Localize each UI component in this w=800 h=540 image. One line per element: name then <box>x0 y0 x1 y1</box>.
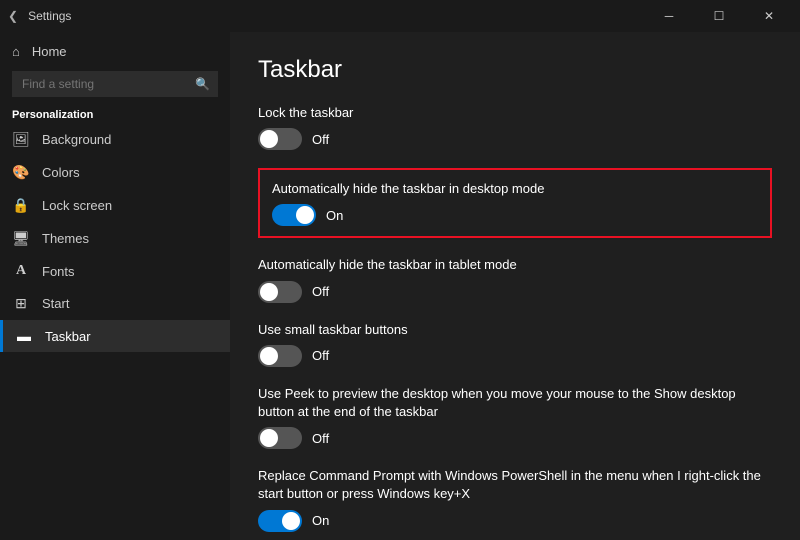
lock-taskbar-status: Off <box>312 132 329 147</box>
search-icon: 🔍 <box>195 77 210 91</box>
app-container: ⌂ Home 🔍 Personalization 🖼 Background 🎨 … <box>0 32 800 540</box>
sidebar-search: 🔍 <box>12 71 218 97</box>
sidebar-item-home[interactable]: ⌂ Home <box>0 36 230 67</box>
sidebar-label-start: Start <box>42 296 69 311</box>
lock-taskbar-toggle[interactable] <box>258 128 302 150</box>
maximize-button[interactable]: ☐ <box>696 0 742 32</box>
auto-hide-desktop-status: On <box>326 208 343 223</box>
powershell-status: On <box>312 513 329 528</box>
small-buttons-label: Use small taskbar buttons <box>258 321 772 339</box>
lock-taskbar-knob <box>260 130 278 148</box>
lock-taskbar-label: Lock the taskbar <box>258 104 772 122</box>
highlight-box: Automatically hide the taskbar in deskto… <box>258 168 772 238</box>
auto-hide-tablet-toggle-row: Off <box>258 281 772 303</box>
powershell-toggle[interactable] <box>258 510 302 532</box>
fonts-icon: A <box>12 263 30 279</box>
auto-hide-desktop-toggle-row: On <box>272 204 758 226</box>
small-buttons-toggle[interactable] <box>258 345 302 367</box>
sidebar-item-start[interactable]: ⊞ Start <box>0 287 230 320</box>
sidebar-label-background: Background <box>42 132 111 147</box>
setting-powershell: Replace Command Prompt with Windows Powe… <box>258 467 772 531</box>
small-buttons-toggle-row: Off <box>258 345 772 367</box>
sidebar-section-label: Personalization <box>0 105 230 123</box>
titlebar: ❮ Settings ─ ☐ ✕ <box>0 0 800 32</box>
main-content: Taskbar Lock the taskbar Off Automatical… <box>230 32 800 540</box>
setting-small-buttons: Use small taskbar buttons Off <box>258 321 772 367</box>
small-buttons-status: Off <box>312 348 329 363</box>
setting-peek: Use Peek to preview the desktop when you… <box>258 385 772 449</box>
auto-hide-tablet-status: Off <box>312 284 329 299</box>
powershell-knob <box>282 512 300 530</box>
background-icon: 🖼 <box>12 131 30 148</box>
setting-auto-hide-tablet: Automatically hide the taskbar in tablet… <box>258 256 772 302</box>
sidebar-item-lock-screen[interactable]: 🔒 Lock screen <box>0 189 230 222</box>
auto-hide-desktop-knob <box>296 206 314 224</box>
titlebar-title: Settings <box>28 9 71 23</box>
sidebar-item-colors[interactable]: 🎨 Colors <box>0 156 230 189</box>
back-button[interactable]: ❮ <box>8 9 18 23</box>
auto-hide-tablet-knob <box>260 283 278 301</box>
sidebar-item-taskbar[interactable]: ▬ Taskbar <box>0 320 230 352</box>
powershell-label: Replace Command Prompt with Windows Powe… <box>258 467 772 503</box>
peek-label: Use Peek to preview the desktop when you… <box>258 385 772 421</box>
sidebar-item-background[interactable]: 🖼 Background <box>0 123 230 156</box>
page-title: Taskbar <box>258 56 772 84</box>
sidebar-item-themes[interactable]: 🖥 Themes <box>0 222 230 255</box>
setting-lock-taskbar: Lock the taskbar Off <box>258 104 772 150</box>
auto-hide-desktop-label: Automatically hide the taskbar in deskto… <box>272 180 758 198</box>
sidebar: ⌂ Home 🔍 Personalization 🖼 Background 🎨 … <box>0 32 230 540</box>
home-icon: ⌂ <box>12 44 20 59</box>
auto-hide-tablet-toggle[interactable] <box>258 281 302 303</box>
peek-knob <box>260 429 278 447</box>
start-icon: ⊞ <box>12 295 30 312</box>
peek-status: Off <box>312 431 329 446</box>
window-controls: ─ ☐ ✕ <box>646 0 792 32</box>
sidebar-label-fonts: Fonts <box>42 264 75 279</box>
auto-hide-tablet-label: Automatically hide the taskbar in tablet… <box>258 256 772 274</box>
lock-taskbar-toggle-row: Off <box>258 128 772 150</box>
colors-icon: 🎨 <box>12 164 30 181</box>
sidebar-label-themes: Themes <box>42 231 89 246</box>
sidebar-label-lock-screen: Lock screen <box>42 198 112 213</box>
powershell-toggle-row: On <box>258 510 772 532</box>
sidebar-label-taskbar: Taskbar <box>45 329 91 344</box>
lock-icon: 🔒 <box>12 197 30 214</box>
themes-icon: 🖥 <box>12 230 30 247</box>
search-input[interactable] <box>12 71 218 97</box>
small-buttons-knob <box>260 347 278 365</box>
sidebar-label-colors: Colors <box>42 165 80 180</box>
sidebar-item-fonts[interactable]: A Fonts <box>0 255 230 287</box>
sidebar-home-label: Home <box>32 44 67 59</box>
peek-toggle[interactable] <box>258 427 302 449</box>
close-button[interactable]: ✕ <box>746 0 792 32</box>
peek-toggle-row: Off <box>258 427 772 449</box>
minimize-button[interactable]: ─ <box>646 0 692 32</box>
taskbar-icon: ▬ <box>15 328 33 344</box>
auto-hide-desktop-toggle[interactable] <box>272 204 316 226</box>
